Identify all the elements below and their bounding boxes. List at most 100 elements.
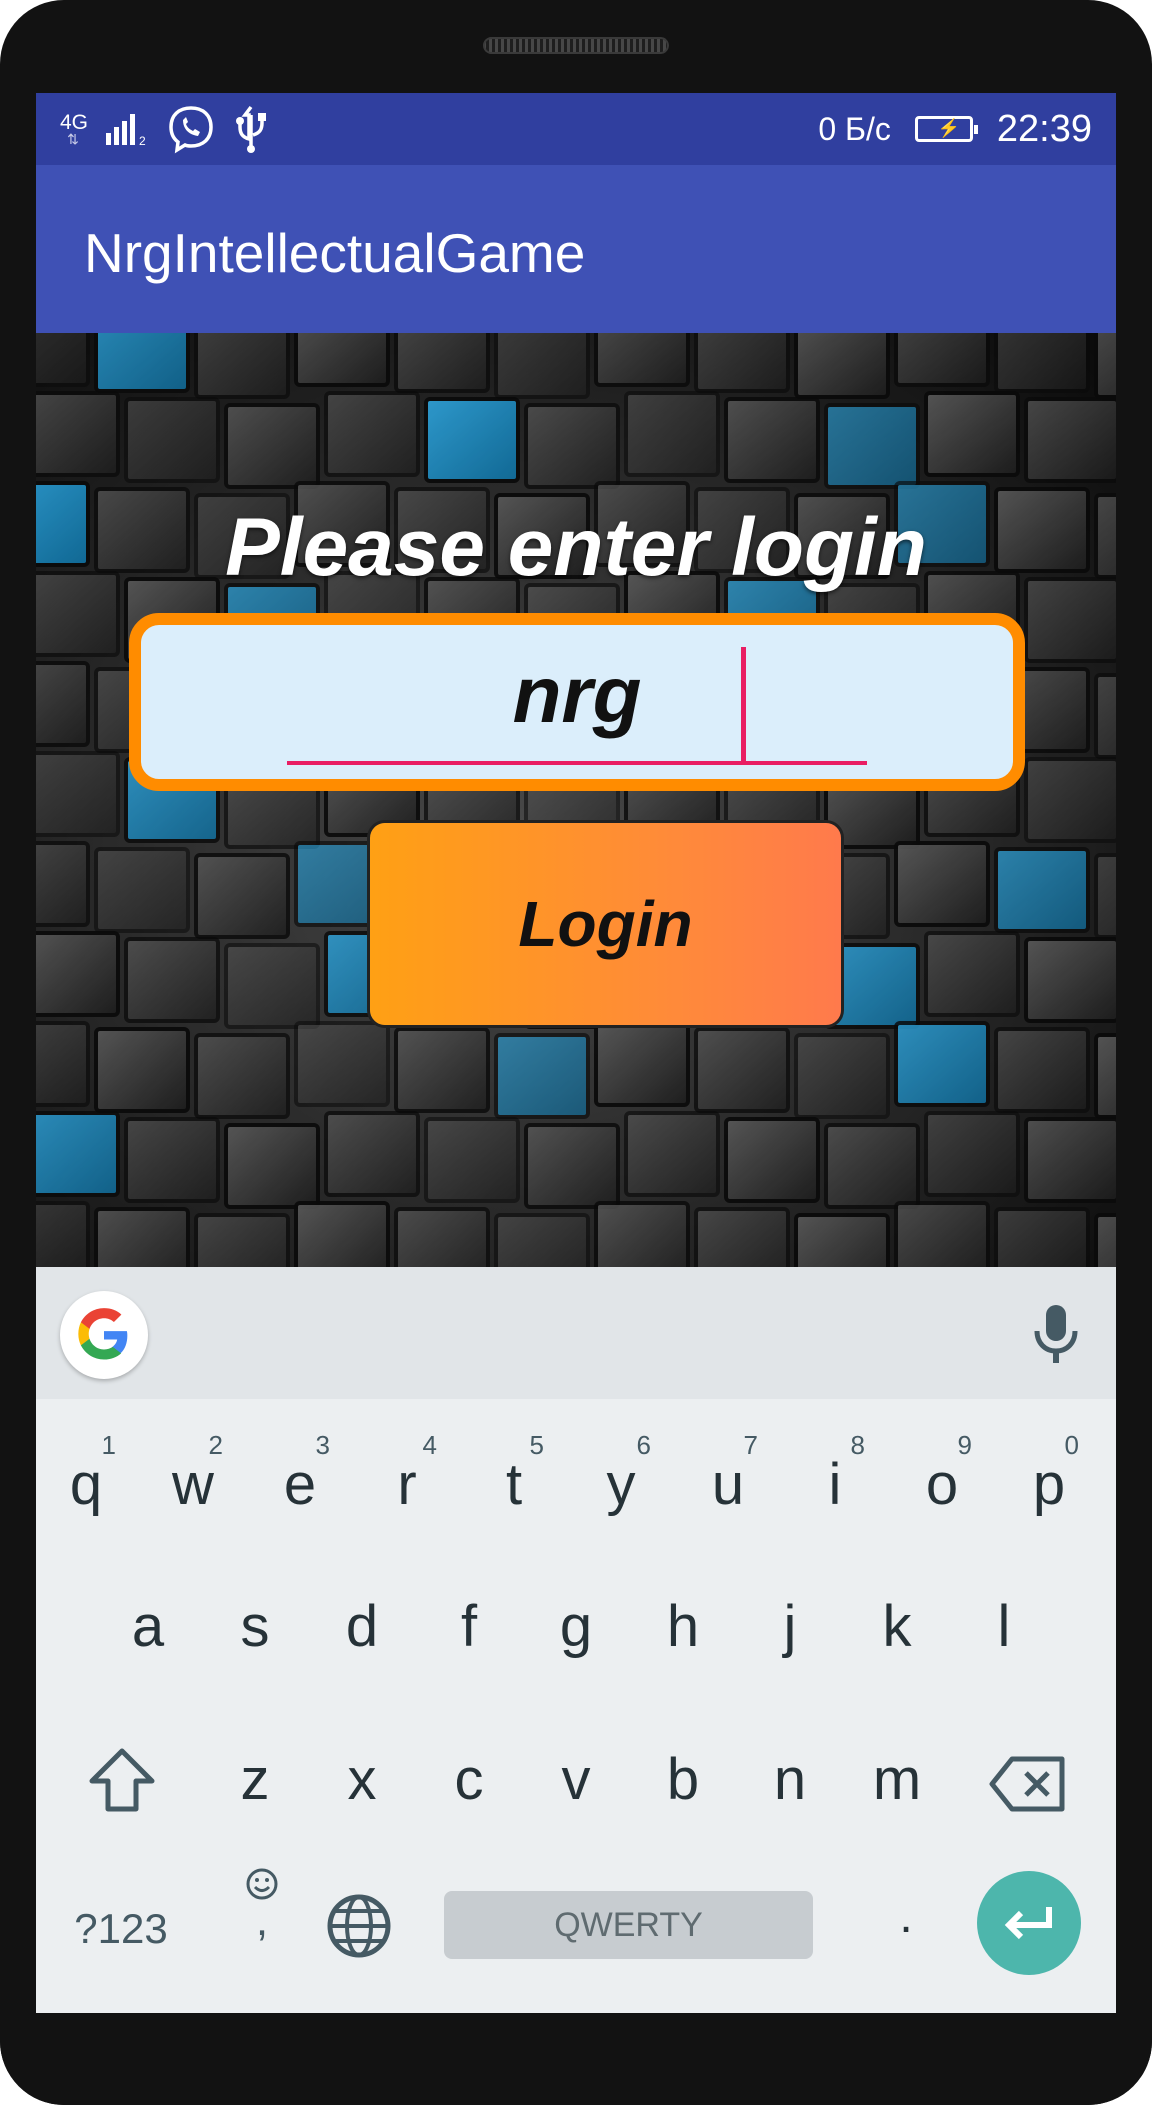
key-t[interactable]: t5 <box>484 1430 544 1515</box>
key-k[interactable]: k <box>867 1597 927 1657</box>
key-b[interactable]: b <box>653 1750 713 1810</box>
key-q[interactable]: q1 <box>56 1430 116 1515</box>
cube-tile <box>124 937 220 1023</box>
shift-icon[interactable] <box>88 1747 156 1813</box>
enter-key[interactable] <box>977 1871 1081 1975</box>
comma-label: , <box>255 1896 269 1945</box>
soft-keyboard: q1 w2 e3 r4 t5 y6 u7 i8 o9 p0 a s d f g … <box>36 1267 1116 2013</box>
cube-tile <box>124 1117 220 1203</box>
svg-text:2: 2 <box>139 134 146 147</box>
key-y[interactable]: y6 <box>591 1430 652 1515</box>
key-x[interactable]: x <box>332 1750 392 1810</box>
key-s[interactable]: s <box>225 1597 285 1657</box>
key-i[interactable]: i8 <box>805 1430 865 1515</box>
cube-tile <box>924 1111 1020 1197</box>
cube-tile <box>1024 937 1116 1023</box>
cube-tile <box>994 847 1090 933</box>
login-field[interactable] <box>129 613 1025 791</box>
cube-tile <box>794 1033 890 1119</box>
microphone-icon[interactable] <box>1031 1303 1081 1365</box>
cube-tile <box>894 841 990 927</box>
cube-tile <box>894 1021 990 1107</box>
text-cursor <box>741 647 746 763</box>
cube-tile <box>494 1033 590 1119</box>
key-c[interactable]: c <box>439 1750 499 1810</box>
key-u[interactable]: u7 <box>698 1430 758 1515</box>
cube-tile <box>194 333 290 399</box>
key-m[interactable]: m <box>867 1750 927 1810</box>
cube-tile <box>594 1201 690 1267</box>
cube-tile <box>924 931 1020 1017</box>
space-bar[interactable]: QWERTY <box>444 1891 813 1959</box>
globe-icon[interactable] <box>326 1893 392 1959</box>
cube-tile <box>594 333 690 387</box>
key-r[interactable]: r4 <box>377 1430 437 1515</box>
cube-tile <box>94 1207 190 1267</box>
network-4g-icon: 4G ⇅ <box>60 111 89 147</box>
key-z[interactable]: z <box>225 1750 285 1810</box>
status-time: 22:39 <box>996 107 1092 150</box>
enter-icon <box>1004 1907 1052 1940</box>
cube-tile <box>1024 1117 1116 1203</box>
cube-tile <box>194 1213 290 1267</box>
key-g[interactable]: g <box>546 1597 606 1657</box>
cube-tile <box>824 403 920 489</box>
cube-tile <box>794 333 890 399</box>
cube-tile <box>424 397 520 483</box>
key-d[interactable]: d <box>332 1597 392 1657</box>
keyboard-suggestion-bar <box>36 1267 1116 1399</box>
battery-charging-icon: ⚡ <box>914 116 978 142</box>
cube-tile <box>194 1033 290 1119</box>
cube-tile <box>694 1027 790 1113</box>
cube-tile <box>994 333 1090 393</box>
viber-icon <box>169 106 213 154</box>
cube-tile <box>894 333 990 387</box>
cube-tile <box>394 1027 490 1113</box>
symbols-key[interactable]: ?123 <box>66 1899 176 1959</box>
phone-bottom-bezel <box>0 2013 1152 2105</box>
cube-tile <box>324 1111 420 1197</box>
cube-tile <box>36 1111 120 1197</box>
cubes-background-image <box>36 333 1116 1267</box>
cube-tile <box>624 391 720 477</box>
cube-tile <box>494 333 590 399</box>
cube-tile <box>36 751 120 837</box>
key-l[interactable]: l <box>974 1597 1034 1657</box>
key-p[interactable]: p0 <box>1019 1430 1079 1515</box>
cube-tile <box>494 1213 590 1267</box>
cube-tile <box>36 333 90 387</box>
app-title: NrgIntellectualGame <box>84 222 586 284</box>
key-o[interactable]: o9 <box>912 1430 972 1515</box>
key-w[interactable]: w2 <box>163 1430 223 1515</box>
key-j[interactable]: j <box>760 1597 820 1657</box>
cube-tile <box>36 1021 90 1107</box>
cube-tile <box>124 397 220 483</box>
cube-tile <box>1094 853 1116 939</box>
cube-tile <box>224 1123 320 1209</box>
cube-tile <box>294 1021 390 1107</box>
cube-tile <box>36 391 120 477</box>
key-h[interactable]: h <box>653 1597 713 1657</box>
key-f[interactable]: f <box>439 1597 499 1657</box>
period-key[interactable]: . <box>886 1887 926 1947</box>
key-n[interactable]: n <box>760 1750 820 1810</box>
google-button[interactable] <box>60 1291 148 1379</box>
cube-tile <box>36 931 120 1017</box>
cube-tile <box>724 1117 820 1203</box>
data-speed-label: 0 Б/с <box>818 110 891 147</box>
key-v[interactable]: v <box>546 1750 606 1810</box>
network-type-label: 4G <box>60 111 89 134</box>
cube-tile <box>1094 333 1116 399</box>
cube-tile <box>694 1207 790 1267</box>
key-e[interactable]: e3 <box>270 1430 330 1515</box>
backspace-icon[interactable] <box>988 1755 1068 1813</box>
cube-tile <box>94 333 190 393</box>
cube-tile <box>36 1201 90 1267</box>
login-button[interactable]: Login <box>367 820 844 1028</box>
comma-key[interactable]: , <box>232 1867 292 1967</box>
cube-tile <box>524 1123 620 1209</box>
cube-tile <box>924 391 1020 477</box>
key-a[interactable]: a <box>118 1597 178 1657</box>
login-input[interactable] <box>141 635 1013 755</box>
input-underline <box>287 761 867 765</box>
